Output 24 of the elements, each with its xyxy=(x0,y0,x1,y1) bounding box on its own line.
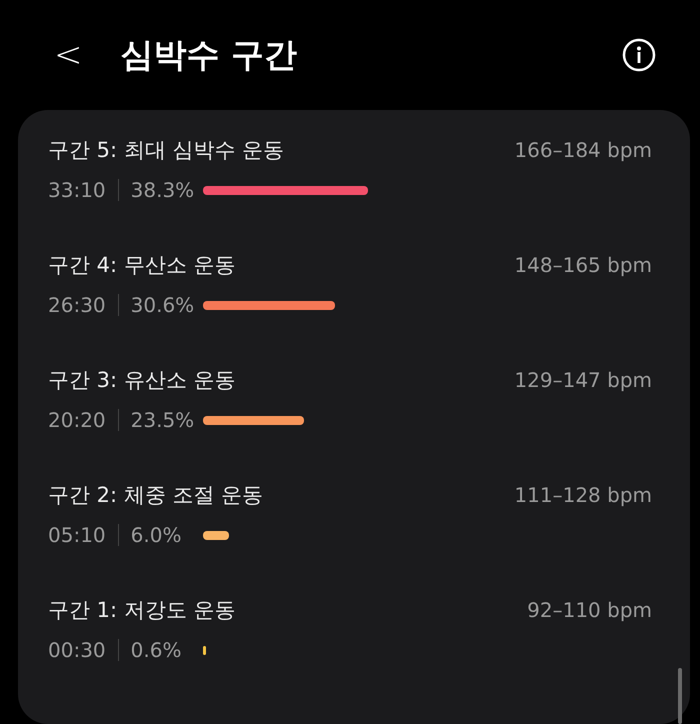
zone-time: 05:10 xyxy=(48,523,106,547)
zone-time: 00:30 xyxy=(48,638,106,662)
bpm-range: 111–128 bpm xyxy=(514,483,652,507)
zone-name: 구간 3: 유산소 운동 xyxy=(48,367,236,394)
zone-percent: 6.0% xyxy=(130,523,182,547)
page-title: 심박수 구간 xyxy=(120,34,298,76)
bpm-range: 166–184 bpm xyxy=(514,138,652,162)
zone-name: 구간 4: 무산소 운동 xyxy=(48,252,236,279)
zone-name: 구간 1: 저강도 운동 xyxy=(48,597,236,624)
zone-time: 26:30 xyxy=(48,293,106,317)
zone-time: 33:10 xyxy=(48,178,106,202)
scroll-bar xyxy=(678,668,682,724)
zone-name: 구간 5: 최대 심박수 운동 xyxy=(48,137,284,164)
zone-time: 20:20 xyxy=(48,408,106,432)
bpm-range: 148–165 bpm xyxy=(514,253,652,277)
zone-percent: 30.6% xyxy=(130,293,196,317)
info-icon[interactable] xyxy=(622,38,656,72)
zone-percent: 23.5% xyxy=(130,408,196,432)
zone-name: 구간 2: 체중 조절 운동 xyxy=(48,482,264,509)
zone-percent: 38.3% xyxy=(130,178,196,202)
bpm-range: 92–110 bpm xyxy=(527,598,652,622)
zone-percent: 0.6% xyxy=(130,638,182,662)
back-button[interactable]: < xyxy=(46,35,90,75)
bpm-range: 129–147 bpm xyxy=(514,368,652,392)
